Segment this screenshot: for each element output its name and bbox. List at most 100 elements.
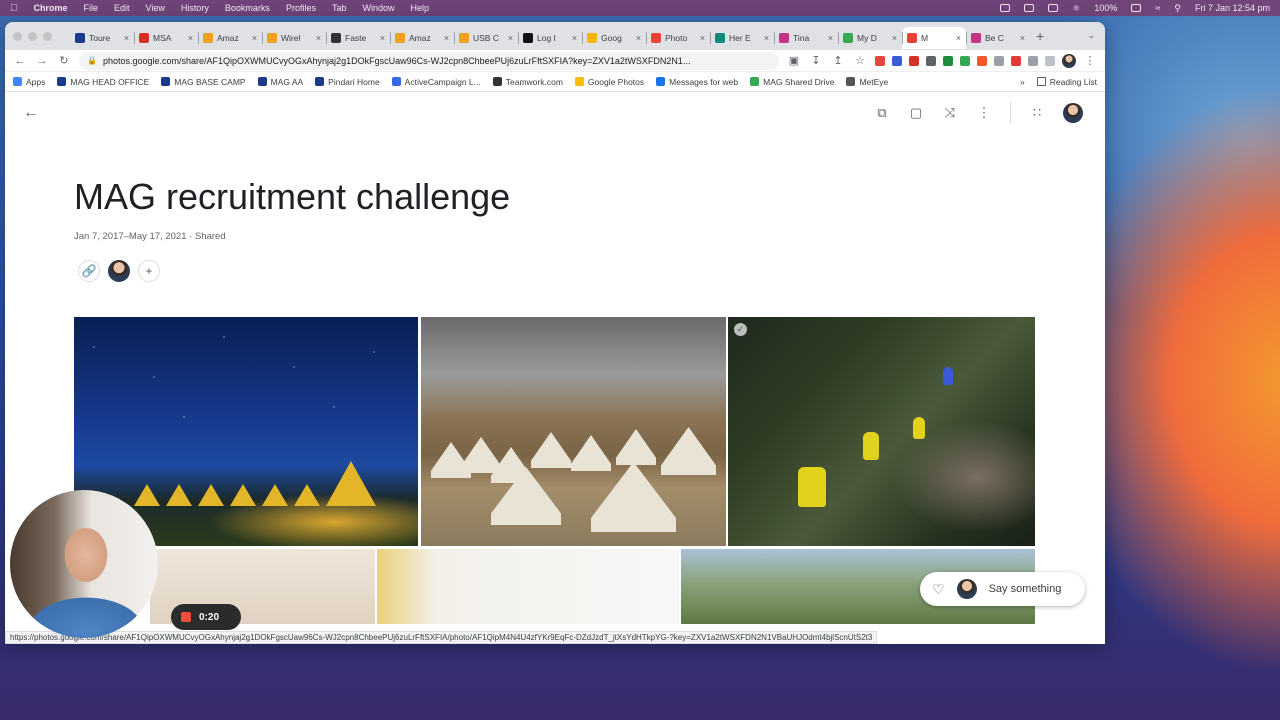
link-icon[interactable]: 🔗 [78, 260, 100, 282]
media-icon[interactable] [1045, 55, 1055, 66]
recording-control[interactable]: 0:20 [171, 604, 241, 630]
share-icon[interactable]: ⤨ [942, 105, 958, 121]
menubar-item-file[interactable]: File [84, 3, 99, 13]
browser-menu-icon[interactable]: ⋮ [1083, 54, 1097, 67]
bookmark-item[interactable]: MAG Shared Drive [750, 77, 834, 87]
battery-icon[interactable] [1131, 4, 1142, 12]
photo-tile-canyoning[interactable]: ✓ [728, 317, 1035, 546]
extension-icon[interactable] [960, 55, 970, 66]
close-tab-icon[interactable]: × [316, 33, 321, 43]
wifi-icon[interactable]: ≈ [1155, 3, 1160, 13]
heart-icon[interactable]: ♡ [932, 581, 945, 598]
close-window-button[interactable] [13, 31, 22, 41]
add-photo-icon[interactable]: ⧉ [874, 105, 890, 121]
back-icon[interactable]: ← [13, 55, 27, 67]
share-page-icon[interactable]: ↥ [831, 54, 845, 67]
reading-list-icon[interactable] [1036, 77, 1046, 86]
menubar-item-profiles[interactable]: Profiles [286, 3, 316, 13]
extension-icon[interactable] [892, 55, 902, 66]
close-tab-icon[interactable]: × [956, 33, 961, 43]
bookmark-star-icon[interactable]: ☆ [853, 54, 867, 67]
bookmark-item[interactable]: ActiveCampaign L... [391, 77, 481, 87]
apps-grid-icon[interactable]: ∷ [1029, 105, 1045, 121]
search-icon[interactable]: ⚲ [1174, 3, 1181, 14]
menubar-clock[interactable]: Fri 7 Jan 12:54 pm [1195, 3, 1270, 13]
close-tab-icon[interactable]: × [572, 33, 577, 43]
bookmark-item[interactable]: Pindari Home [315, 77, 380, 87]
slideshow-icon[interactable]: ▢ [908, 105, 924, 121]
apple-menu-icon[interactable]:  [10, 3, 18, 14]
menubar-item-history[interactable]: History [181, 3, 209, 13]
bookmark-item[interactable]: Apps [13, 77, 45, 87]
status-icon[interactable] [1024, 4, 1035, 12]
menubar-item-bookmarks[interactable]: Bookmarks [225, 3, 270, 13]
camera-icon[interactable]: ▣ [787, 54, 801, 67]
more-vert-icon[interactable]: ⋮ [976, 105, 992, 121]
close-tab-icon[interactable]: × [892, 33, 897, 43]
photo-tile-office[interactable] [377, 549, 679, 624]
select-check-icon[interactable]: ✓ [734, 323, 747, 336]
close-tab-icon[interactable]: × [124, 33, 129, 43]
menubar-item-help[interactable]: Help [410, 3, 429, 13]
close-tab-icon[interactable]: × [764, 33, 769, 43]
member-avatar[interactable] [108, 260, 130, 282]
bookmark-item[interactable]: Google Photos [574, 77, 644, 87]
comment-pill[interactable]: ♡ Say something [920, 572, 1085, 606]
new-tab-button[interactable]: + [1036, 28, 1044, 44]
forward-icon[interactable]: → [35, 55, 49, 67]
close-tab-icon[interactable]: × [508, 33, 513, 43]
bluetooth-icon[interactable]: ⚛ [1072, 3, 1080, 14]
say-something-label[interactable]: Say something [989, 583, 1062, 595]
close-tab-icon[interactable]: × [444, 33, 449, 43]
close-tab-icon[interactable]: × [380, 33, 385, 43]
status-icon[interactable] [1000, 4, 1011, 12]
browser-tab[interactable]: Faste × [326, 27, 390, 49]
menubar-item-view[interactable]: View [146, 3, 165, 13]
browser-tab[interactable]: Wirel × [262, 27, 326, 49]
address-url[interactable]: photos.google.com/share/AF1QipOXWMUCvyOG… [103, 56, 690, 66]
puzzle-icon[interactable] [1028, 55, 1038, 66]
close-tab-icon[interactable]: × [188, 33, 193, 43]
close-tab-icon[interactable]: × [636, 33, 641, 43]
browser-tab[interactable]: Photo × [646, 27, 710, 49]
bookmarks-overflow[interactable]: » [1020, 77, 1025, 87]
menubar-item-edit[interactable]: Edit [114, 3, 130, 13]
extension-icon[interactable] [875, 55, 885, 66]
photo-tile-bell-tents[interactable] [421, 317, 726, 546]
browser-tab[interactable]: Log I × [518, 27, 582, 49]
webcam-bubble[interactable] [10, 490, 158, 638]
close-tab-icon[interactable]: × [700, 33, 705, 43]
browser-tab[interactable]: Goog × [582, 27, 646, 49]
reload-icon[interactable]: ↻ [57, 54, 71, 67]
bookmark-item[interactable]: MetEye [846, 77, 888, 87]
extension-icon[interactable] [977, 55, 987, 66]
bookmark-item[interactable]: Messages for web [656, 77, 738, 87]
browser-tab[interactable]: Her E × [710, 27, 774, 49]
maximize-window-button[interactable] [43, 31, 52, 41]
close-tab-icon[interactable]: × [1020, 33, 1025, 43]
status-icon[interactable] [1048, 4, 1059, 12]
browser-tab[interactable]: Amaz × [198, 27, 262, 49]
browser-tab[interactable]: MSA × [134, 27, 198, 49]
arrow-left-icon[interactable]: ← [23, 104, 39, 122]
menubar-item-tab[interactable]: Tab [332, 3, 347, 13]
extension-icon[interactable] [943, 55, 953, 66]
browser-tab[interactable]: Toure × [70, 27, 134, 49]
menubar-app-name[interactable]: Chrome [34, 3, 68, 13]
install-icon[interactable]: ↧ [809, 54, 823, 67]
browser-tab[interactable]: M × [902, 27, 966, 49]
stop-recording-icon[interactable] [181, 612, 191, 622]
extension-icon[interactable] [1011, 55, 1021, 66]
bookmark-item[interactable]: MAG BASE CAMP [161, 77, 246, 87]
extension-icon[interactable] [926, 55, 936, 66]
minimize-window-button[interactable] [28, 31, 37, 41]
profile-avatar[interactable] [1062, 53, 1076, 68]
browser-tab[interactable]: Be C × [966, 27, 1030, 49]
close-tab-icon[interactable]: × [828, 33, 833, 43]
bookmark-item[interactable]: Teamwork.com [492, 77, 563, 87]
extension-icon[interactable] [909, 55, 919, 66]
tab-search-chevron-icon[interactable]: ⌄ [1087, 30, 1095, 41]
browser-tab[interactable]: Tina × [774, 27, 838, 49]
browser-tab[interactable]: My D × [838, 27, 902, 49]
lock-icon[interactable]: 🔒 [87, 56, 97, 65]
